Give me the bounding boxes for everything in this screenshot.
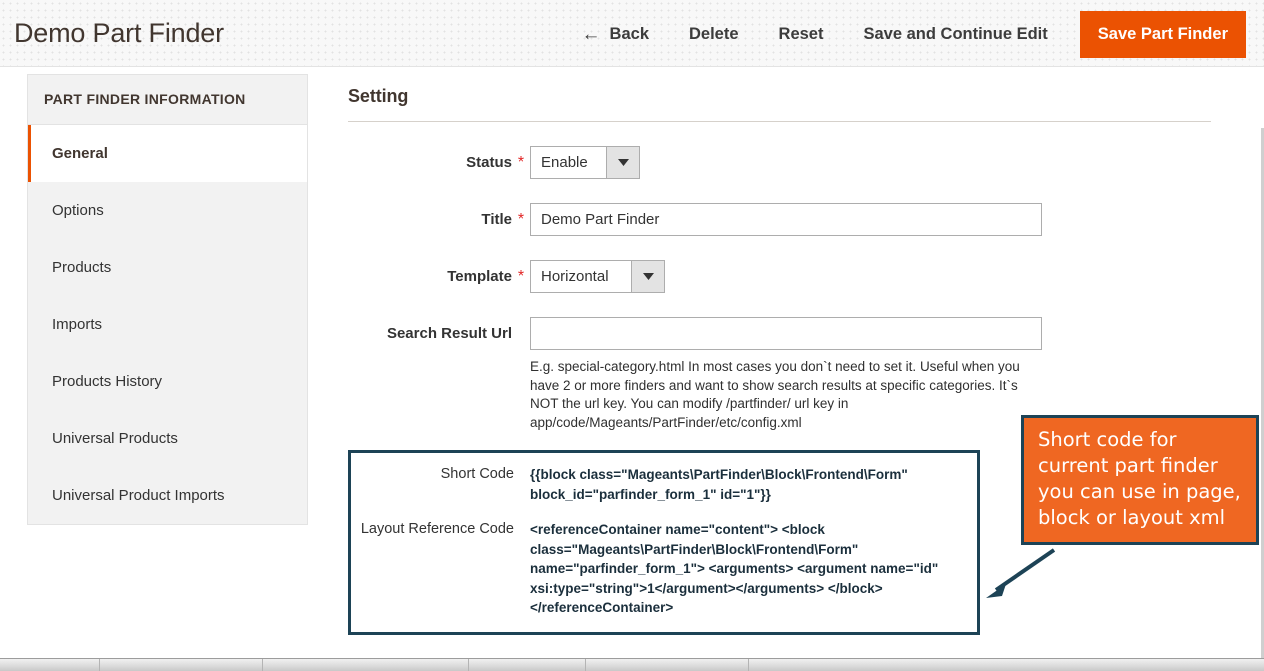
search-result-url-note: E.g. special-category.html In most cases… <box>530 359 1020 430</box>
status-select-value: Enable <box>531 147 606 178</box>
template-control: Horizontal <box>530 260 665 293</box>
main-content: Setting Status * Enable Title * Demo Par… <box>348 86 1248 432</box>
sidebar-item-options[interactable]: Options <box>28 182 307 239</box>
sidebar: PART FINDER INFORMATION General Options … <box>27 74 308 525</box>
required-marker: * <box>517 268 525 285</box>
save-and-continue-edit-button[interactable]: Save and Continue Edit <box>843 14 1067 54</box>
template-select[interactable]: Horizontal <box>530 260 665 293</box>
title-label: Title <box>481 211 512 228</box>
short-code-row: Short Code {{block class="Mageants\PartF… <box>351 453 977 504</box>
sidebar-item-label: Universal Product Imports <box>52 487 225 504</box>
sidebar-list: General Options Products Imports Product… <box>28 125 307 524</box>
chevron-down-icon <box>631 261 664 292</box>
required-marker-placeholder: * <box>512 317 530 343</box>
short-code-label: Short Code <box>440 466 514 482</box>
field-row-title: Title * <box>348 203 1248 236</box>
search-result-url-input[interactable] <box>530 317 1042 350</box>
sidebar-item-label: Products History <box>52 373 163 390</box>
field-row-status: Status * Enable <box>348 146 1248 179</box>
header-actions: ← Back Delete Reset Save and Continue Edi… <box>570 10 1246 58</box>
save-part-finder-button[interactable]: Save Part Finder <box>1079 10 1246 58</box>
sidebar-item-label: Options <box>52 202 104 219</box>
page-header: Demo Part Finder ← Back Delete Reset Save… <box>0 0 1264 67</box>
sidebar-item-imports[interactable]: Imports <box>28 296 307 353</box>
sidebar-heading: PART FINDER INFORMATION <box>28 75 307 125</box>
sidebar-item-label: Imports <box>52 316 103 333</box>
layout-reference-code-row: Layout Reference Code <referenceContaine… <box>351 504 977 618</box>
taskbar[interactable] <box>0 658 1264 671</box>
taskbar-divider <box>468 659 469 671</box>
template-label: Template <box>447 268 512 285</box>
chevron-down-icon <box>606 147 639 178</box>
sidebar-item-label: General <box>52 145 108 162</box>
template-select-value: Horizontal <box>531 261 631 292</box>
sidebar-item-label: Products <box>52 259 112 276</box>
back-button-label: Back <box>609 25 649 43</box>
shortcode-box: Short Code {{block class="Mageants\PartF… <box>348 450 980 635</box>
sidebar-item-label: Universal Products <box>52 430 178 447</box>
field-row-template: Template * Horizontal <box>348 260 1248 293</box>
sidebar-item-universal-product-imports[interactable]: Universal Product Imports <box>28 467 307 524</box>
reset-button[interactable]: Reset <box>759 14 844 54</box>
sidebar-item-universal-products[interactable]: Universal Products <box>28 410 307 467</box>
status-label: Status <box>466 154 512 171</box>
page-title: Demo Part Finder <box>14 18 224 48</box>
sidebar-item-products-history[interactable]: Products History <box>28 353 307 410</box>
taskbar-divider <box>585 659 586 671</box>
short-code-value: {{block class="Mageants\PartFinder\Block… <box>530 467 908 502</box>
search-result-url-control: E.g. special-category.html In most cases… <box>530 317 1042 432</box>
status-control: Enable <box>530 146 640 179</box>
section-title: Setting <box>348 86 1211 122</box>
sidebar-item-general[interactable]: General <box>28 125 307 182</box>
taskbar-divider <box>748 659 749 671</box>
status-select[interactable]: Enable <box>530 146 640 179</box>
arrow-down-left-icon <box>986 548 1056 598</box>
sidebar-item-products[interactable]: Products <box>28 239 307 296</box>
layout-reference-code-label: Layout Reference Code <box>360 521 514 537</box>
required-marker: * <box>517 211 525 228</box>
arrow-left-icon: ← <box>581 24 601 45</box>
required-marker: * <box>517 154 525 171</box>
delete-button[interactable]: Delete <box>669 14 759 54</box>
taskbar-divider <box>99 659 100 671</box>
app-window: Demo Part Finder ← Back Delete Reset Save… <box>0 0 1264 671</box>
title-input[interactable] <box>530 203 1042 236</box>
annotation-callout: Short code for current part finder you c… <box>1021 415 1259 545</box>
back-button[interactable]: ← Back <box>570 14 669 54</box>
layout-reference-code-value: <referenceContainer name="content"> <blo… <box>530 522 939 615</box>
taskbar-divider <box>262 659 263 671</box>
title-control <box>530 203 1042 236</box>
search-result-url-label: Search Result Url <box>386 325 512 342</box>
